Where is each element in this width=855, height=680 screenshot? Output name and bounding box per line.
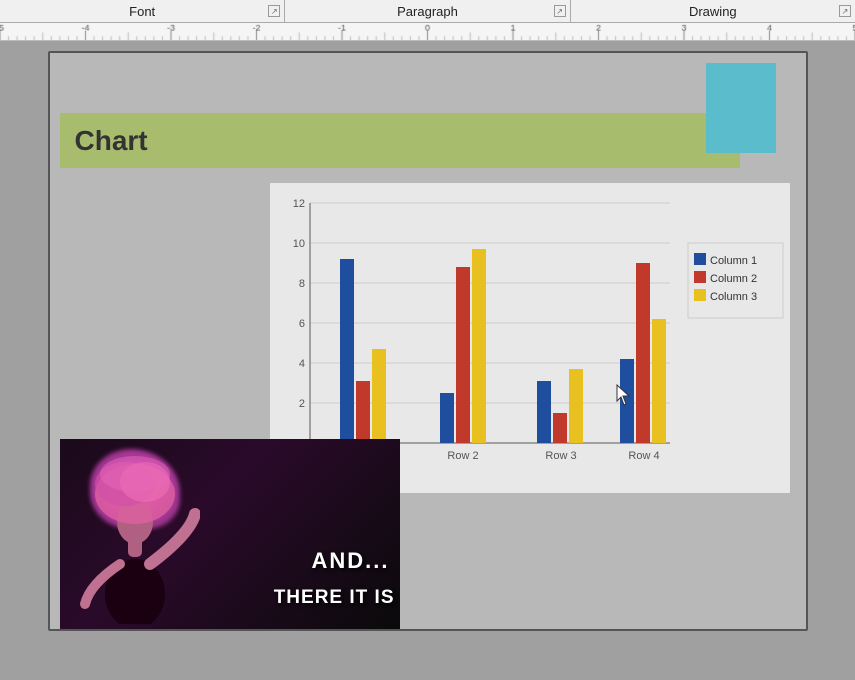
drawing-label: Drawing xyxy=(689,4,737,19)
there-it-is-text: THERE IT IS xyxy=(274,587,395,609)
person-silhouette xyxy=(70,454,200,624)
page: Chart 0 2 4 xyxy=(48,51,808,631)
svg-text:Column 3: Column 3 xyxy=(710,291,757,303)
svg-text:Column 2: Column 2 xyxy=(710,273,757,285)
toolbar-paragraph-section: Paragraph ↗ xyxy=(285,0,570,22)
toolbar-font-section: Font ↗ xyxy=(0,0,285,22)
document-area: Chart 0 2 4 xyxy=(0,41,855,680)
svg-text:Row 2: Row 2 xyxy=(447,450,478,462)
chart-title-bar: Chart xyxy=(60,113,740,168)
paragraph-label: Paragraph xyxy=(397,4,458,19)
svg-text:4: 4 xyxy=(298,358,304,370)
svg-text:10: 10 xyxy=(292,238,304,250)
paragraph-expand-icon[interactable]: ↗ xyxy=(554,5,566,17)
drawing-expand-icon[interactable]: ↗ xyxy=(839,5,851,17)
image-area: AND... THERE IT IS xyxy=(60,439,400,629)
svg-text:12: 12 xyxy=(292,198,304,210)
svg-text:Row 3: Row 3 xyxy=(545,450,576,462)
svg-text:6: 6 xyxy=(298,318,304,330)
font-label: Font xyxy=(129,4,155,19)
font-expand-icon[interactable]: ↗ xyxy=(268,5,280,17)
chart-title: Chart xyxy=(75,125,148,157)
toolbar-drawing-section: Drawing ↗ xyxy=(571,0,855,22)
cyan-rectangle[interactable] xyxy=(706,63,776,153)
toolbar: Font ↗ Paragraph ↗ Drawing ↗ xyxy=(0,0,855,23)
image-placeholder: AND... THERE IT IS xyxy=(60,439,400,629)
svg-text:Row 4: Row 4 xyxy=(628,450,659,462)
svg-text:2: 2 xyxy=(298,398,304,410)
svg-text:Column 1: Column 1 xyxy=(710,255,757,267)
and-text: AND... xyxy=(312,548,390,574)
ruler xyxy=(0,23,855,41)
svg-text:8: 8 xyxy=(298,278,304,290)
